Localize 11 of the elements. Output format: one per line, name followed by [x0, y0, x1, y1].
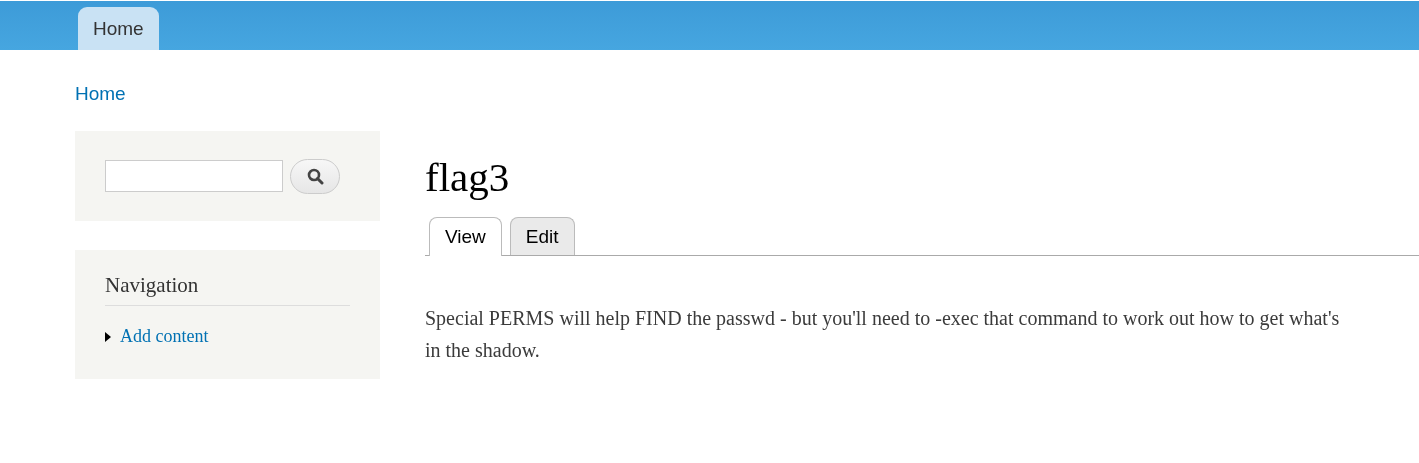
search-icon: [306, 167, 324, 185]
block-title: Navigation: [105, 273, 350, 306]
body-text: Special PERMS will help FIND the passwd - but you'll need to -exec that command to work out how to get what's in the shadow.: [425, 306, 1341, 363]
breadcrumb-link[interactable]: Home: [75, 83, 126, 99]
menu-link[interactable]: Add content: [120, 326, 209, 347]
nav-tab[interactable]: Home: [78, 7, 159, 50]
page-tab[interactable]: View: [429, 217, 502, 256]
search-button[interactable]: [290, 158, 340, 194]
page-tab[interactable]: Edit: [509, 217, 575, 255]
page-title: flag3: [425, 153, 511, 201]
search-field[interactable]: [105, 160, 283, 192]
